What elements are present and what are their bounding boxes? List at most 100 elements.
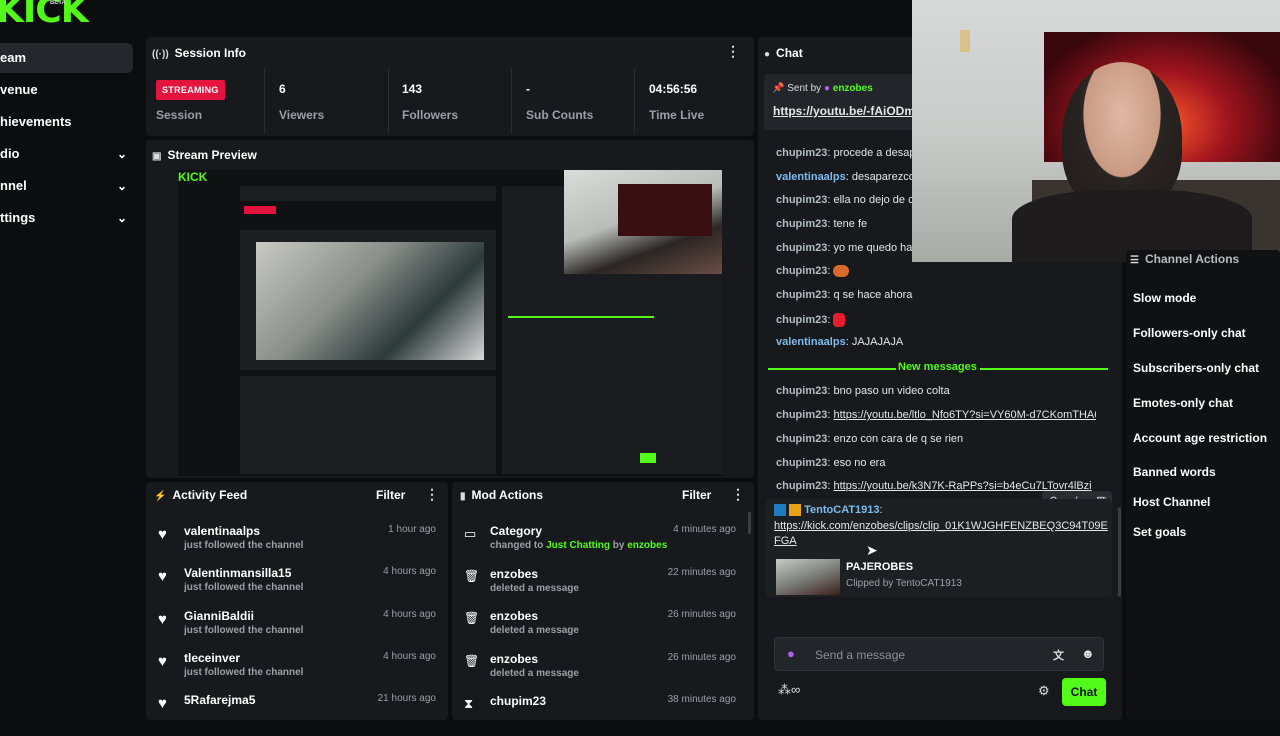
item-name: GianniBaldii	[184, 609, 255, 623]
chat-message[interactable]: chupim23: q se hace ahora	[776, 289, 1096, 301]
chat-text: tene fe	[833, 218, 868, 230]
list-item[interactable]: 🗑 enzobes deleted a message 26 minutes ago	[452, 652, 748, 694]
item-name: Valentinmansilla15	[184, 566, 292, 580]
list-item[interactable]: ♥ 5Rafarejma5 21 hours ago	[146, 693, 448, 735]
stream-preview-panel: ▣ Stream Preview KICK	[146, 140, 754, 478]
mod-actions-panel: ▮ Mod Actions Filter ⋮ ▭ Category changed…	[452, 482, 754, 720]
list-item[interactable]: 🗑 enzobes deleted a message 26 minutes ago	[452, 609, 748, 651]
sidebar-item-achievements[interactable]: hievements	[0, 107, 133, 137]
chat-username[interactable]: chupim23	[776, 433, 827, 445]
sidebar-item-settings[interactable]: ttings ⌄	[0, 203, 133, 233]
chat-username[interactable]: chupim23	[776, 457, 827, 469]
chat-username[interactable]: chupim23	[776, 242, 827, 254]
chat-username[interactable]: chupim23	[776, 147, 827, 159]
item-sub: just followed the channel	[184, 625, 304, 636]
panel-header: ▣ Stream Preview	[152, 148, 257, 162]
send-chat-button[interactable]: Chat	[1062, 678, 1106, 706]
list-item[interactable]: ⧗ chupim23 38 minutes ago	[452, 694, 748, 736]
kick-logo[interactable]: KICK	[0, 0, 89, 31]
beta-tag: BETA	[50, 0, 66, 6]
chat-message[interactable]: chupim23: enzo con cara de q se rien	[776, 433, 1096, 445]
translate-icon[interactable]: 文	[1053, 647, 1064, 663]
stat-label: Session	[156, 108, 203, 122]
chat-message[interactable]: chupim23:	[776, 265, 1096, 278]
chat-username[interactable]: chupim23	[776, 289, 827, 301]
activity-feed-panel: ⚡ Activity Feed Filter ⋮ ♥ valentinaalps ju…	[146, 482, 448, 720]
chat-input[interactable]: ● Send a message 文 ☻	[774, 637, 1104, 671]
panel-header: ((·)) Session Info	[152, 46, 246, 60]
chat-username[interactable]: TentoCAT1913	[804, 504, 879, 516]
host-channel-button[interactable]: Host Channel	[1133, 495, 1210, 509]
filter-button[interactable]: Filter	[376, 488, 405, 502]
sidebar-item-audio[interactable]: dio ⌄	[0, 139, 133, 169]
stat-label: Viewers	[279, 108, 325, 122]
chat-message[interactable]: chupim23:	[776, 313, 1096, 327]
stat-viewers: 6 Viewers	[266, 68, 389, 134]
followers-only-toggle[interactable]: Followers-only chat	[1133, 326, 1246, 340]
pinned-user[interactable]: enzobes	[833, 83, 873, 94]
chat-username[interactable]: chupim23	[776, 314, 827, 326]
chat-bubble-icon: ●	[764, 49, 771, 60]
scrollbar[interactable]	[748, 512, 751, 534]
clip-link[interactable]: FGA	[774, 535, 797, 547]
item-time: 22 minutes ago	[667, 567, 736, 578]
list-item[interactable]: ▭ Category changed to Just Chatting by e…	[452, 524, 748, 566]
list-item[interactable]: ♥ Valentinmansilla15 just followed the cha…	[146, 566, 448, 608]
set-goals-button[interactable]: Set goals	[1133, 525, 1186, 539]
sidebar-item-revenue[interactable]: venue	[0, 75, 133, 105]
chat-username[interactable]: chupim23	[776, 409, 827, 421]
slow-mode-toggle[interactable]: Slow mode	[1133, 291, 1196, 305]
user-badge-icon: ●	[823, 83, 830, 94]
chat-username[interactable]: chupim23	[776, 385, 827, 397]
category-icon: ▭	[464, 526, 477, 541]
more-options-icon[interactable]: ⋮	[425, 486, 439, 503]
category-link[interactable]: Just Chatting	[546, 540, 610, 551]
sidebar-item-channel[interactable]: nnel ⌄	[0, 171, 133, 201]
stream-preview-video[interactable]: KICK	[178, 170, 722, 476]
pinned-message[interactable]: 📌 Sent by ● enzobes https://youtu.be/-fA…	[764, 74, 915, 130]
chat-link[interactable]: https://youtu.be/ltlo_Nfo6TY?si=VY60M-d7…	[833, 409, 1096, 421]
banned-words-button[interactable]: Banned words	[1133, 465, 1216, 479]
account-age-restriction-button[interactable]: Account age restriction	[1133, 431, 1267, 445]
list-item[interactable]: 🗑 enzobes deleted a message 22 minutes ago	[452, 567, 748, 609]
chat-username[interactable]: chupim23	[776, 218, 827, 230]
emotes-only-toggle[interactable]: Emotes-only chat	[1133, 396, 1233, 410]
clip-link[interactable]: https://kick.com/enzobes/clips/clip_01K1…	[774, 520, 1108, 532]
chat-username[interactable]: valentinaalps	[776, 336, 846, 348]
chat-message[interactable]: chupim23: bno paso un video colta	[776, 385, 1096, 397]
chat-text: eso no era	[833, 457, 886, 469]
clip-message[interactable]: TentoCAT1913: https://kick.com/enzobes/c…	[766, 499, 1112, 597]
shield-icon: ▮	[460, 491, 466, 502]
stat-label: Sub Counts	[526, 108, 594, 122]
item-name: enzobes	[490, 652, 539, 666]
panel-title: Session Info	[174, 46, 246, 60]
chat-scrollbar[interactable]	[1118, 507, 1121, 597]
chat-username[interactable]: valentinaalps	[776, 171, 846, 183]
sidebar-item-stream[interactable]: eam	[0, 43, 133, 73]
chevron-down-icon: ⌄	[116, 211, 127, 225]
chat-message[interactable]: chupim23: eso no era	[776, 457, 1096, 469]
user-link[interactable]: enzobes	[627, 540, 667, 551]
stat-label: Time Live	[649, 108, 705, 122]
gear-icon[interactable]: ⚙	[1038, 683, 1050, 699]
chat-username[interactable]: chupim23	[776, 480, 827, 492]
more-options-icon[interactable]: ⋮	[726, 43, 740, 60]
pinned-link[interactable]: https://youtu.be/-fAiODm	[773, 104, 915, 118]
filter-button[interactable]: Filter	[682, 488, 711, 502]
emoji-icon[interactable]: ☻	[1081, 646, 1095, 661]
more-options-icon[interactable]: ⋮	[731, 486, 745, 503]
pinned-prefix: Sent by	[787, 83, 822, 94]
points-icon[interactable]: ⁂∞	[778, 682, 800, 698]
list-item[interactable]: ♥ valentinaalps just followed the channel 1…	[146, 524, 448, 566]
item-sub: just followed the channel	[184, 582, 304, 593]
sidebar-item-label: dio	[0, 146, 20, 161]
item-name: valentinaalps	[184, 524, 261, 538]
clip-thumbnail[interactable]	[776, 559, 840, 595]
chat-username[interactable]: chupim23	[776, 265, 827, 277]
chat-message[interactable]: chupim23: https://youtu.be/ltlo_Nfo6TY?s…	[776, 409, 1096, 421]
list-item[interactable]: ♥ tleceinver just followed the channel 4 ho…	[146, 651, 448, 693]
list-item[interactable]: ♥ GianniBaldii just followed the channel 4 …	[146, 609, 448, 651]
chat-username[interactable]: chupim23	[776, 194, 827, 206]
subscribers-only-toggle[interactable]: Subscribers-only chat	[1133, 361, 1259, 375]
chat-message[interactable]: valentinaalps: JAJAJAJA	[776, 336, 1096, 348]
